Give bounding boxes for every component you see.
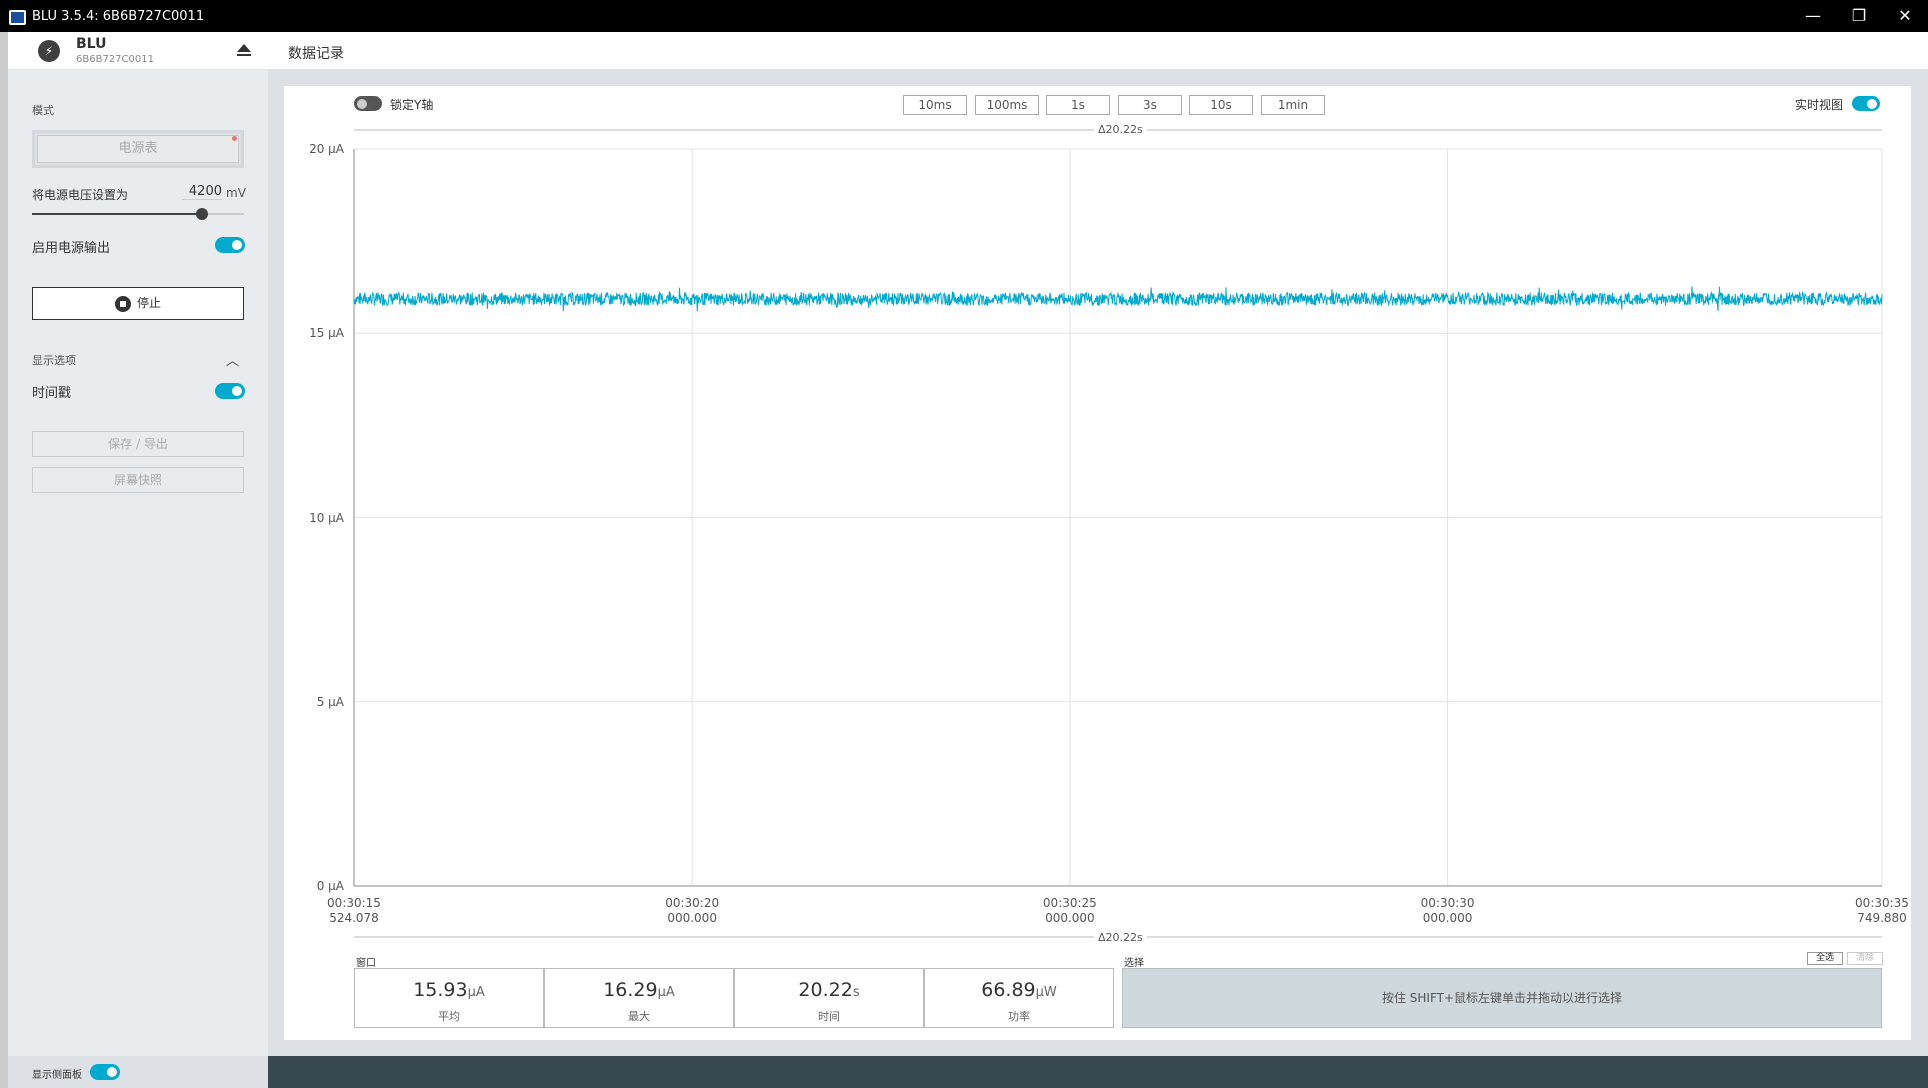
- clear-button[interactable]: 清除: [1847, 952, 1883, 965]
- x-tick-ms: 524.078: [329, 911, 379, 925]
- stat-box: 20.22s 时间: [734, 968, 924, 1028]
- x-tick-ms: 749.880: [1857, 911, 1907, 925]
- x-tick-time: 00:30:30: [1420, 896, 1475, 910]
- stat-box: 16.29μA 最大: [544, 968, 734, 1028]
- stat-label: 时间: [818, 1010, 840, 1023]
- stat-unit: μA: [467, 985, 485, 1000]
- x-tick-time: 00:30:20: [665, 896, 720, 910]
- x-tick-ms: 000.000: [1045, 911, 1095, 925]
- x-tick-time: 00:30:25: [1042, 896, 1097, 910]
- stat-number: 15.93: [413, 979, 468, 1001]
- y-tick-label: 15 μA: [309, 326, 344, 341]
- selection-area[interactable]: 按住 SHIFT+鼠标左键单击并拖动以进行选择: [1122, 968, 1882, 1028]
- x-tick-label: 00:30:20 000.000: [652, 896, 732, 926]
- stat-label: 功率: [1008, 1010, 1030, 1023]
- stat-unit: s: [852, 985, 860, 1000]
- x-tick-time: 00:30:35: [1855, 896, 1909, 910]
- x-tick-ms: 000.000: [667, 911, 717, 925]
- y-tick-label: 5 μA: [316, 694, 344, 709]
- x-tick-ms: 000.000: [1422, 911, 1473, 925]
- stat-value: 66.89μW: [925, 979, 1113, 1001]
- stat-label: 平均: [438, 1010, 460, 1023]
- x-tick-label: 00:30:35 749.880: [1842, 896, 1922, 926]
- delta-top: Δ20.22s: [1094, 123, 1147, 136]
- y-tick-label: 0 μA: [316, 879, 344, 893]
- x-tick-label: 00:30:15 524.078: [314, 896, 394, 926]
- current-chart[interactable]: [0, 0, 1928, 1088]
- stat-value: 16.29μA: [545, 979, 733, 1001]
- x-tick-label: 00:30:30 000.000: [1408, 896, 1488, 926]
- x-tick-label: 00:30:25 000.000: [1030, 896, 1110, 926]
- select-all-button[interactable]: 全选: [1807, 952, 1843, 965]
- stat-value: 15.93μA: [355, 979, 543, 1001]
- stat-unit: μW: [1035, 985, 1057, 1000]
- x-tick-time: 00:30:15: [327, 896, 381, 910]
- stat-number: 16.29: [603, 979, 658, 1001]
- stat-box: 66.89μW 功率: [924, 968, 1114, 1028]
- stat-box: 15.93μA 平均: [354, 968, 544, 1028]
- stat-number: 66.89: [981, 979, 1036, 1001]
- y-tick-label: 20 μA: [309, 142, 344, 156]
- selection-label: 选择: [1124, 958, 1144, 969]
- y-tick-label: 10 μA: [309, 510, 344, 525]
- stat-value: 20.22s: [735, 979, 923, 1001]
- stat-unit: μA: [657, 985, 675, 1000]
- delta-bottom: Δ20.22s: [1094, 931, 1147, 944]
- stat-number: 20.22: [798, 979, 853, 1001]
- stat-label: 最大: [628, 1010, 650, 1023]
- window-label: 窗口: [356, 958, 376, 969]
- current-series-line: [353, 286, 1883, 312]
